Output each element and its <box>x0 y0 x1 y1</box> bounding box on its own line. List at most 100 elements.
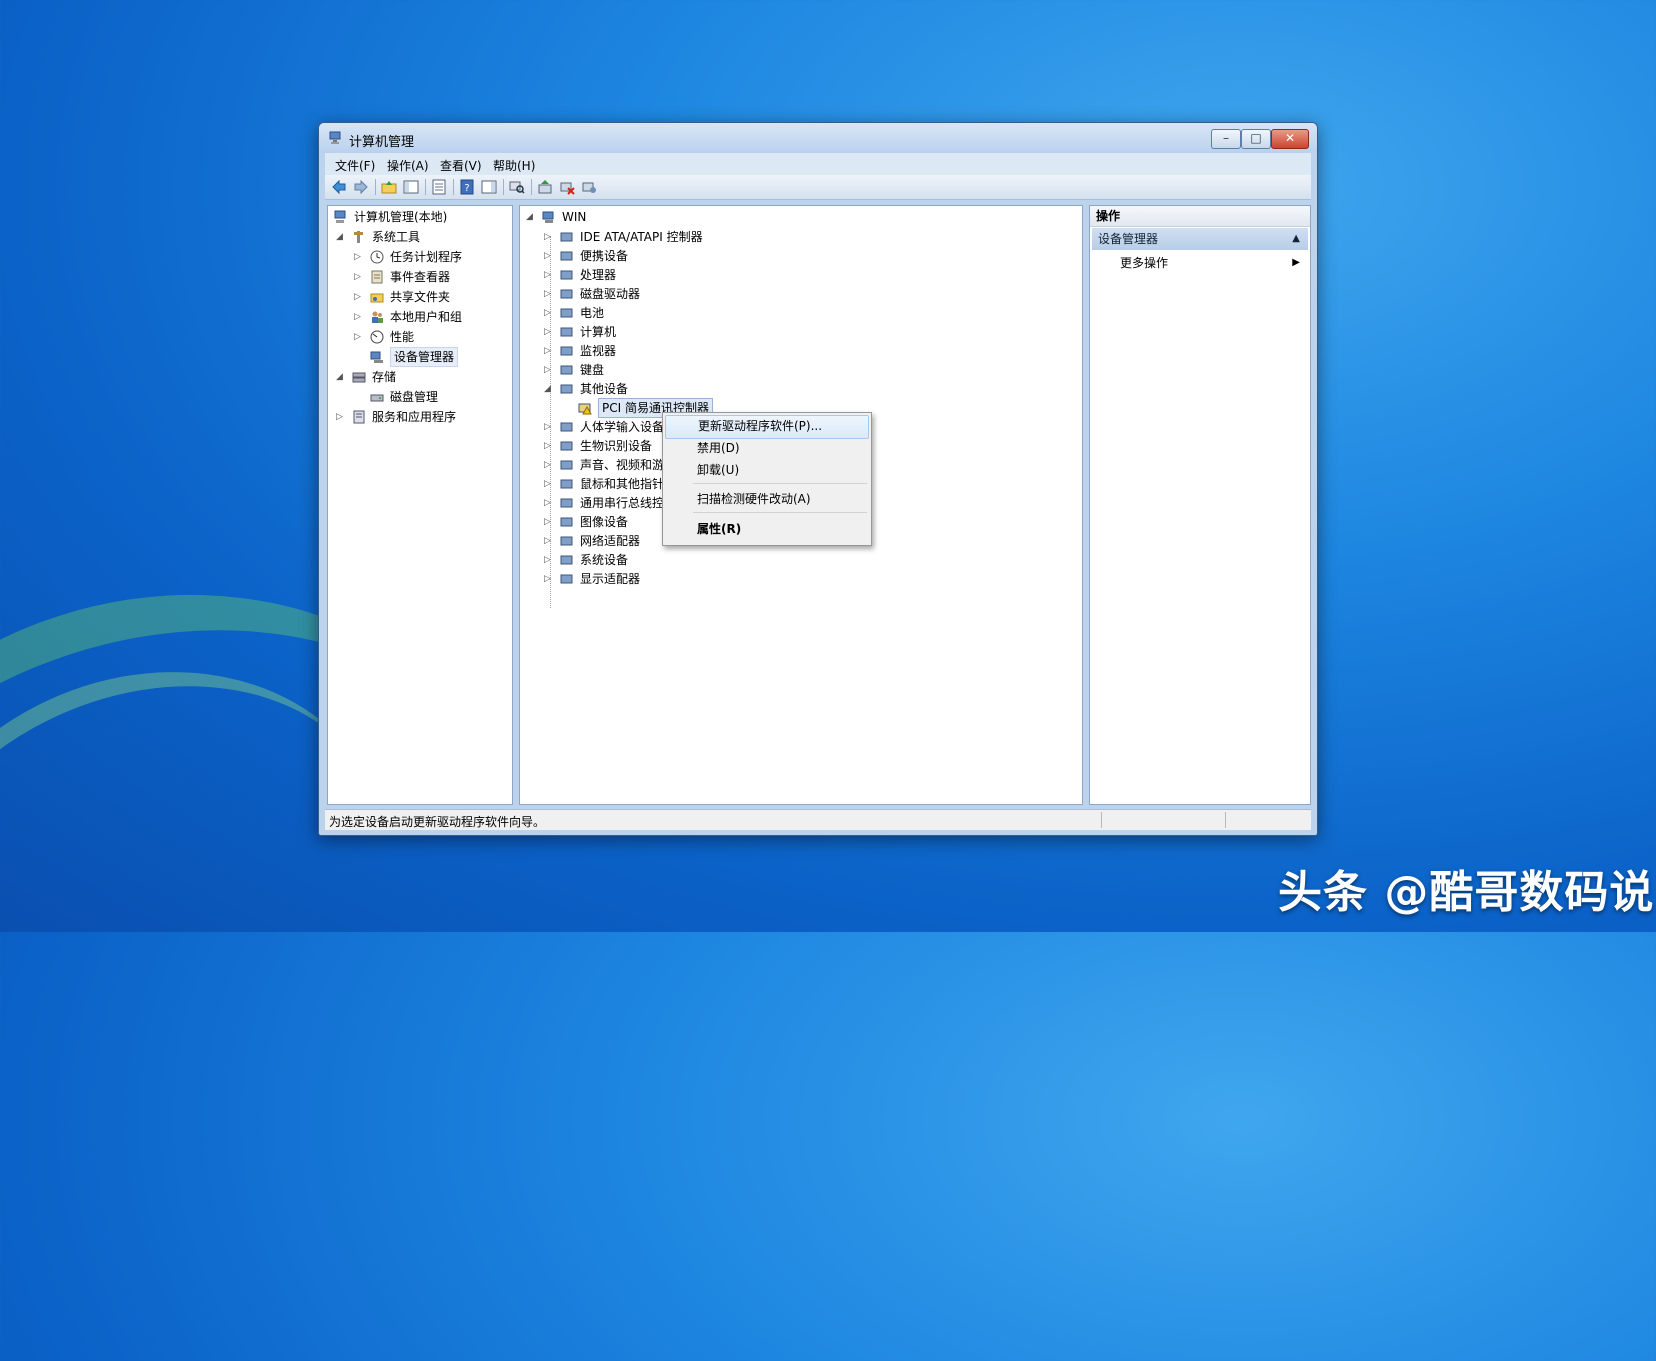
tree-label: 计算机 <box>580 325 617 339</box>
show-hide-action-icon[interactable] <box>481 179 497 195</box>
device-category-icon <box>560 308 573 318</box>
tree-label: 生物识别设备 <box>580 439 653 453</box>
collapse-arrow-icon[interactable]: ◢ <box>544 380 554 398</box>
device-category-icon <box>560 384 573 394</box>
warning-device-icon <box>578 403 592 415</box>
tree-label: WIN <box>562 210 587 224</box>
show-hide-tree-icon[interactable] <box>403 179 419 195</box>
tree-label: 图像设备 <box>580 515 629 529</box>
expand-arrow-icon[interactable]: ▷ <box>354 268 364 286</box>
tree-label: 事件查看器 <box>390 270 451 284</box>
device-category-icon <box>560 327 573 337</box>
tree-label: 显示适配器 <box>580 572 641 586</box>
device-category-icon <box>560 289 573 299</box>
back-icon[interactable] <box>331 179 347 195</box>
tree-label: 磁盘驱动器 <box>580 287 641 301</box>
expand-arrow-icon[interactable]: ▷ <box>544 342 554 360</box>
expand-arrow-icon[interactable]: ▷ <box>544 361 554 379</box>
expand-arrow-icon[interactable]: ▷ <box>544 418 554 436</box>
menu-update-driver[interactable]: 更新驱动程序软件(P)... <box>665 415 869 439</box>
more-actions-link[interactable]: 更多操作 <box>1120 254 1168 272</box>
expand-arrow-icon[interactable]: ▷ <box>544 494 554 512</box>
close-button[interactable]: ✕ <box>1271 129 1309 149</box>
scan-hardware-icon[interactable] <box>509 179 525 195</box>
forward-icon[interactable] <box>353 179 369 195</box>
help-icon[interactable]: ? <box>459 179 475 195</box>
menu-disable[interactable]: 禁用(D) <box>665 437 869 459</box>
shared-folder-icon <box>370 293 384 303</box>
context-menu: 更新驱动程序软件(P)... 禁用(D) 卸载(U) 扫描检测硬件改动(A) 属… <box>662 412 872 546</box>
tree-label: 磁盘管理 <box>390 390 439 404</box>
menu-view[interactable]: 查看(V) <box>440 157 482 174</box>
maximize-button[interactable]: □ <box>1241 129 1271 149</box>
expand-arrow-icon[interactable]: ▷ <box>354 308 364 326</box>
submenu-arrow-icon[interactable]: ▶ <box>1292 254 1300 272</box>
tree-label: 其他设备 <box>580 382 629 396</box>
clock-icon <box>370 250 384 264</box>
update-driver-icon[interactable] <box>537 179 553 195</box>
uninstall-device-icon[interactable] <box>581 179 597 195</box>
navigation-tree-pane: 计算机管理(本地) ◢ 系统工具 ▷ 任务计划程序 ▷ 事件查看器 ▷ 共享文件… <box>327 205 513 805</box>
collapse-arrow-icon[interactable]: ◢ <box>336 228 346 246</box>
status-text: 为选定设备启动更新驱动程序软件向导。 <box>329 815 546 829</box>
menu-bar: 文件(F) 操作(A) 查看(V) 帮助(H) <box>325 153 1311 175</box>
tree-label: 人体学输入设备 <box>580 420 665 434</box>
collapse-up-icon[interactable]: ▲ <box>1292 228 1300 250</box>
expand-arrow-icon[interactable]: ▷ <box>354 248 364 266</box>
tree-label: 计算机管理(本地) <box>354 210 448 224</box>
device-category-icon <box>560 460 573 470</box>
device-category-icon <box>560 536 573 546</box>
menu-separator <box>693 512 867 513</box>
expand-arrow-icon[interactable]: ▷ <box>544 228 554 246</box>
expand-arrow-icon[interactable]: ▷ <box>544 570 554 588</box>
menu-scan-hardware[interactable]: 扫描检测硬件改动(A) <box>665 488 869 510</box>
collapse-arrow-icon[interactable]: ◢ <box>526 208 536 226</box>
disable-device-icon[interactable] <box>559 179 575 195</box>
status-bar: 为选定设备启动更新驱动程序软件向导。 <box>325 809 1311 830</box>
expand-arrow-icon[interactable]: ▷ <box>544 551 554 569</box>
expand-arrow-icon[interactable]: ▷ <box>544 437 554 455</box>
expand-arrow-icon[interactable]: ▷ <box>354 328 364 346</box>
computer-management-icon <box>334 210 346 223</box>
storage-icon <box>352 372 366 383</box>
tree-label: 处理器 <box>580 268 617 282</box>
expand-arrow-icon[interactable]: ▷ <box>544 266 554 284</box>
up-folder-icon[interactable] <box>381 179 397 195</box>
expand-arrow-icon[interactable]: ▷ <box>544 247 554 265</box>
actions-section-device-manager[interactable]: 设备管理器 ▲ <box>1092 228 1308 250</box>
actions-header: 操作 <box>1090 206 1310 227</box>
properties-icon[interactable] <box>431 179 447 195</box>
device-category-icon <box>560 251 573 261</box>
title-bar[interactable]: 计算机管理 – □ ✕ <box>319 123 1317 153</box>
expand-arrow-icon[interactable]: ▷ <box>544 532 554 550</box>
expand-arrow-icon[interactable]: ▷ <box>544 456 554 474</box>
expand-arrow-icon[interactable]: ▷ <box>544 513 554 531</box>
tree-label: 存储 <box>372 370 397 384</box>
expand-arrow-icon[interactable]: ▷ <box>354 288 364 306</box>
tools-icon <box>354 231 363 243</box>
menu-uninstall[interactable]: 卸载(U) <box>665 459 869 481</box>
minimize-button[interactable]: – <box>1211 129 1241 149</box>
expand-arrow-icon[interactable]: ▷ <box>336 408 346 426</box>
device-category-icon <box>560 498 573 508</box>
device-category-icon <box>560 441 573 451</box>
expand-arrow-icon[interactable]: ▷ <box>544 304 554 322</box>
menu-properties[interactable]: 属性(R) <box>665 518 869 540</box>
device-category-icon <box>560 574 573 584</box>
window-title: 计算机管理 <box>349 135 415 150</box>
menu-separator <box>693 483 867 484</box>
svg-text:?: ? <box>464 183 469 194</box>
tree-label: 系统设备 <box>580 553 629 567</box>
device-category-icon <box>560 232 573 242</box>
tree-label: 键盘 <box>580 363 605 377</box>
menu-file[interactable]: 文件(F) <box>335 157 375 174</box>
collapse-arrow-icon[interactable]: ◢ <box>336 368 346 386</box>
tree-label: 共享文件夹 <box>390 290 451 304</box>
tree-label: 监视器 <box>580 344 617 358</box>
tree-label: 服务和应用程序 <box>372 410 457 424</box>
expand-arrow-icon[interactable]: ▷ <box>544 285 554 303</box>
expand-arrow-icon[interactable]: ▷ <box>544 323 554 341</box>
menu-action[interactable]: 操作(A) <box>387 157 429 174</box>
expand-arrow-icon[interactable]: ▷ <box>544 475 554 493</box>
menu-help[interactable]: 帮助(H) <box>493 157 535 174</box>
